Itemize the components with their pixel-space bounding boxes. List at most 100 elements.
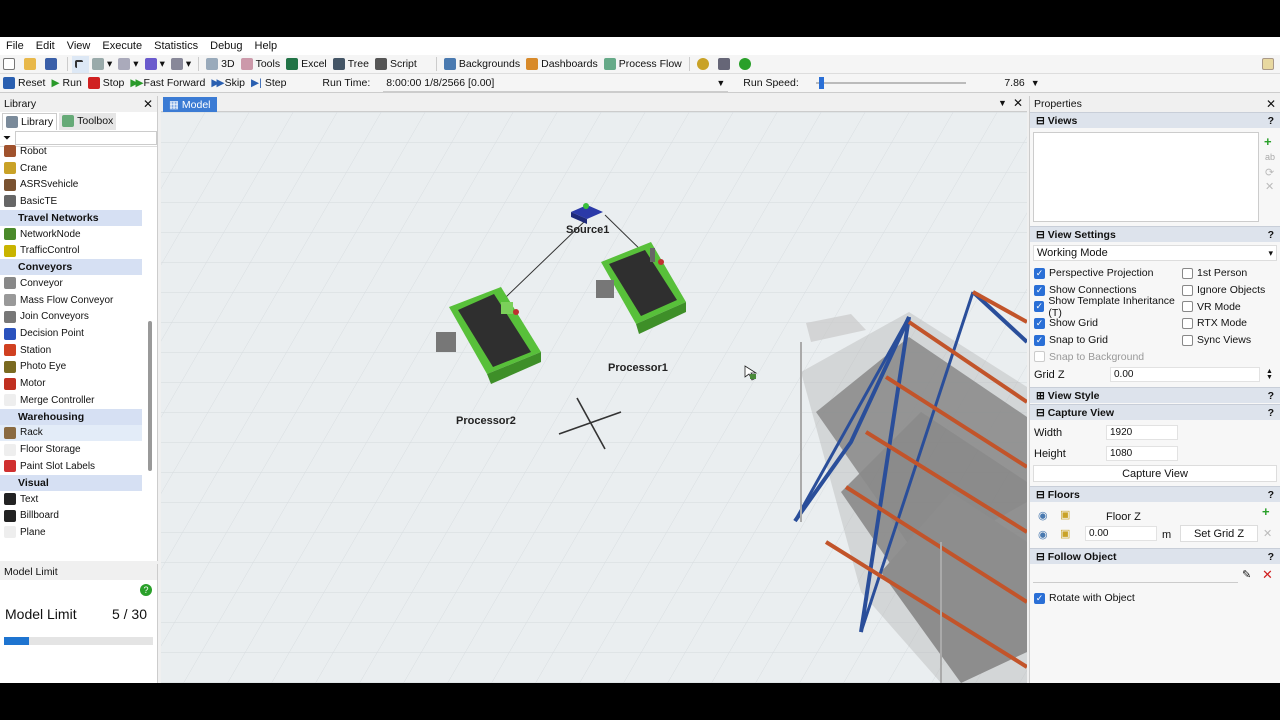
follow-object-section-header[interactable]: ⊟ Follow Object? [1030, 548, 1280, 565]
help-button[interactable] [736, 56, 757, 73]
close-icon[interactable]: ✕ [1263, 527, 1272, 540]
set-grid-z-button[interactable]: Set Grid Z [1180, 525, 1258, 543]
connections-button[interactable] [715, 56, 736, 73]
lock-icon[interactable]: ▣ [1060, 527, 1070, 540]
capture-view-section-header[interactable]: ⊟ Capture View? [1030, 404, 1280, 421]
library-item-basicte[interactable]: BasicTE [0, 193, 142, 210]
library-item-motor[interactable]: Motor [0, 375, 142, 392]
dashboards-button[interactable]: Dashboards [523, 56, 601, 73]
reset-button[interactable]: Reset [0, 75, 48, 92]
eye-icon[interactable]: ◉ [1038, 509, 1048, 522]
checkbox-perspective-projection[interactable]: ✓ Perspective Projection [1034, 265, 1182, 282]
library-category-visual[interactable]: Visual [0, 474, 142, 491]
tree-button[interactable]: Tree [330, 56, 372, 73]
model-3d-view[interactable]: ▦ Model ▼ ✕ Source1 Processor1 Processor… [161, 96, 1027, 683]
checkbox-snap-to-grid[interactable]: ✓ Snap to Grid [1034, 332, 1182, 349]
library-item-merge-controller[interactable]: Merge Controller [0, 392, 142, 409]
library-item-networknode[interactable]: NetworkNode [0, 226, 142, 243]
checkbox-snap-to-background[interactable]: Snap to Background [1034, 348, 1182, 365]
step-button[interactable]: ▶| Step [248, 75, 289, 92]
checkbox-ignore-objects[interactable]: Ignore Objects [1182, 282, 1277, 299]
eye-icon[interactable]: ◉ [1038, 528, 1048, 541]
run-button[interactable]: ▶ Run [48, 75, 84, 92]
tools-button[interactable]: Tools [238, 56, 284, 73]
connect-mode-button[interactable]: ▾ [89, 56, 115, 73]
library-item-rack[interactable]: Rack [0, 424, 142, 442]
color-button[interactable]: ▾ [142, 56, 168, 73]
views-section-header[interactable]: ⊟ Views? [1030, 112, 1280, 128]
process-flow-button[interactable]: Process Flow [601, 56, 685, 73]
plus-icon[interactable]: + [1264, 134, 1272, 149]
excel-button[interactable]: Excel [283, 56, 330, 73]
library-item-asrsvehicle[interactable]: ASRSvehicle [0, 176, 142, 193]
checkbox-sync-views[interactable]: Sync Views [1182, 332, 1277, 349]
plus-icon[interactable]: + [1262, 504, 1270, 519]
slider-thumb[interactable] [818, 77, 824, 89]
capture-view-button[interactable]: Capture View [1033, 465, 1277, 483]
view-settings-section-header[interactable]: ⊟ View Settings? [1030, 226, 1280, 242]
backgrounds-button[interactable]: Backgrounds [441, 56, 523, 73]
floor-z-input[interactable]: 0.00 [1085, 526, 1157, 542]
close-icon[interactable]: ✕ [143, 97, 153, 111]
checkbox-vr-mode[interactable]: VR Mode [1182, 298, 1277, 315]
help-icon[interactable]: ? [140, 584, 152, 596]
run-time-field[interactable]: 8:00:00 1/8/2566 [0.00] ▼ [383, 75, 729, 92]
skip-button[interactable]: ▶▶ Skip [208, 75, 248, 92]
library-item-text[interactable]: Text [0, 491, 142, 508]
restore-window-button[interactable] [1259, 56, 1280, 73]
help-icon[interactable]: ? [1268, 489, 1274, 501]
settings-button[interactable] [694, 56, 715, 73]
library-item-plane[interactable]: Plane [0, 524, 142, 539]
menu-statistics[interactable]: Statistics [148, 40, 204, 52]
library-scrollbar[interactable] [148, 321, 152, 471]
script-button[interactable]: Script [372, 56, 420, 73]
refresh-icon[interactable]: ⟳ [1265, 166, 1274, 179]
new-file-button[interactable] [0, 56, 21, 73]
library-item-trafficcontrol[interactable]: TrafficControl [0, 242, 142, 259]
close-icon[interactable]: ✕ [1262, 567, 1273, 583]
rotate-with-object-checkbox[interactable]: ✓ Rotate with Object [1030, 590, 1280, 607]
menu-debug[interactable]: Debug [204, 40, 248, 52]
library-item-mass-flow-conveyor[interactable]: Mass Flow Conveyor [0, 292, 142, 309]
library-item-billboard[interactable]: Billboard [0, 507, 142, 524]
close-icon[interactable]: ✕ [1265, 180, 1274, 193]
library-item-crane[interactable]: Crane [0, 160, 142, 177]
library-item-decision-point[interactable]: Decision Point [0, 325, 142, 342]
menu-execute[interactable]: Execute [96, 40, 148, 52]
text-icon[interactable]: ab [1265, 152, 1275, 162]
width-input[interactable]: 1920 [1106, 425, 1178, 441]
open-button[interactable] [21, 56, 42, 73]
3d-view-button[interactable]: 3D [203, 56, 237, 73]
shapes-button[interactable]: ▾ [115, 56, 141, 73]
working-mode-select[interactable]: Working Mode ▾ [1033, 245, 1277, 261]
spinner-icon[interactable]: ▲ ▼ [1266, 368, 1273, 381]
fast-forward-button[interactable]: ▶▶ Fast Forward [127, 75, 208, 92]
help-icon[interactable]: ? [1268, 229, 1274, 241]
menu-help[interactable]: Help [249, 40, 284, 52]
height-input[interactable]: 1080 [1106, 446, 1178, 462]
select-mode-button[interactable] [72, 55, 89, 73]
chevron-down-icon[interactable]: ▼ [998, 98, 1007, 108]
close-icon[interactable]: ✕ [1013, 96, 1023, 110]
help-icon[interactable]: ? [1268, 407, 1274, 419]
follow-object-input[interactable] [1033, 569, 1238, 584]
tab-library[interactable]: Library [2, 112, 58, 130]
stop-button[interactable]: Stop [85, 75, 128, 92]
checkbox-show-template-inheritance-t[interactable]: ✓ Show Template Inheritance (T) [1034, 295, 1182, 319]
library-item-station[interactable]: Station [0, 342, 142, 359]
library-item-conveyor[interactable]: Conveyor [0, 275, 142, 292]
view-options-button[interactable]: ▾ [168, 56, 194, 73]
library-item-floor-storage[interactable]: Floor Storage [0, 441, 142, 458]
checkbox-1st-person[interactable]: 1st Person [1182, 265, 1277, 282]
menu-file[interactable]: File [0, 40, 30, 52]
run-speed-slider[interactable] [815, 77, 966, 89]
run-speed-dropdown[interactable]: ▼ [1028, 75, 1043, 92]
library-category-travel-networks[interactable]: Travel Networks [0, 209, 142, 226]
tab-model[interactable]: ▦ Model [163, 97, 217, 112]
checkbox-rtx-mode[interactable]: RTX Mode [1182, 315, 1277, 332]
menu-edit[interactable]: Edit [30, 40, 61, 52]
library-item-photo-eye[interactable]: Photo Eye [0, 359, 142, 376]
library-category-conveyors[interactable]: Conveyors [0, 259, 142, 276]
floors-section-header[interactable]: ⊟ Floors? [1030, 486, 1280, 503]
save-button[interactable] [42, 56, 63, 73]
